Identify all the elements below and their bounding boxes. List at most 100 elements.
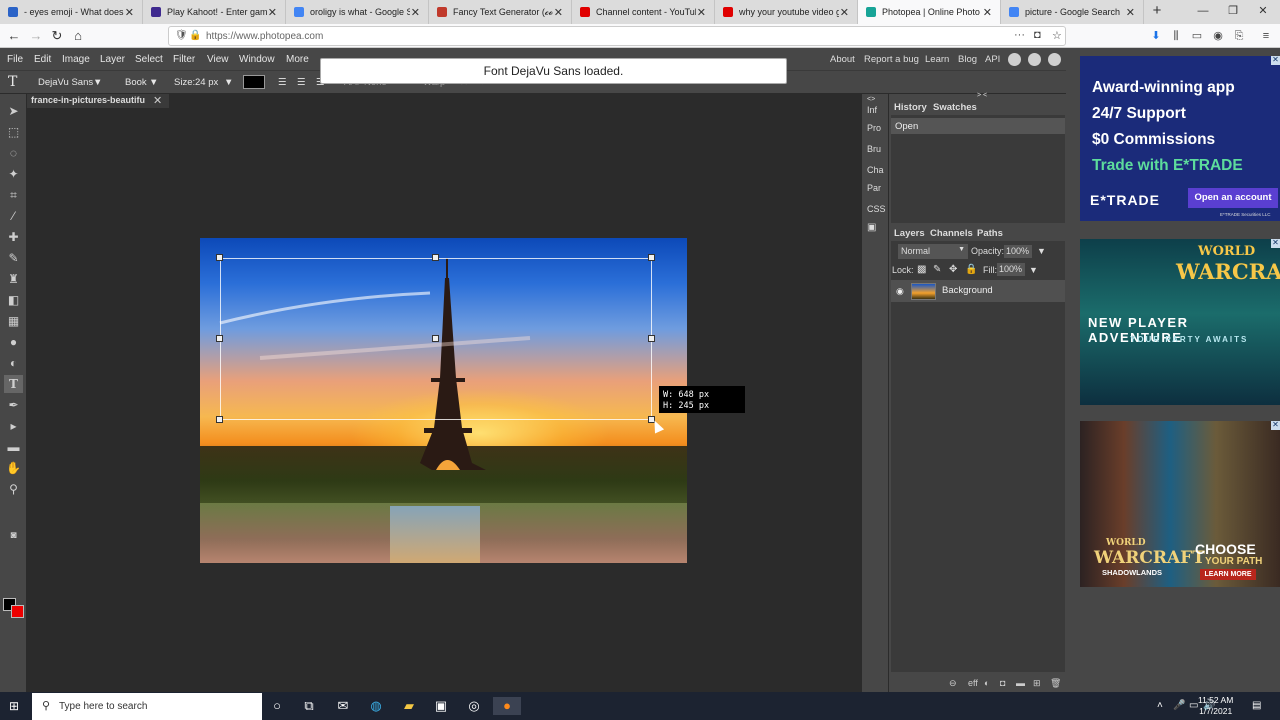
close-tab-icon[interactable]: ✕ [411, 6, 420, 19]
learn-more-button[interactable]: LEARN MORE [1200, 569, 1256, 580]
close-tab-icon[interactable]: ✕ [554, 6, 563, 19]
blog-link[interactable]: Blog [958, 54, 977, 65]
url-bar[interactable]: 🛡 🔒 https://www.photopea.com ··· ◘ ☆ [168, 26, 1066, 46]
wow-shadowlands-ad[interactable]: WORLD WARCRAFT SHADOWLANDS CHOOSE YOUR P… [1080, 421, 1280, 587]
expand-panels-icon[interactable]: <> [867, 96, 875, 103]
transform-handle[interactable] [432, 335, 439, 342]
mail-icon[interactable]: ✉ [334, 697, 352, 715]
gradient-tool-icon[interactable]: ▦ [4, 312, 23, 330]
forward-arrow-icon[interactable]: → [27, 27, 45, 45]
hamburger-menu-icon[interactable]: ≡ [1258, 28, 1274, 44]
menu-image[interactable]: Image [62, 54, 90, 65]
about-link[interactable]: About [830, 54, 855, 65]
history-item[interactable]: Open [891, 118, 1065, 134]
tab-paths[interactable]: Paths [977, 228, 1003, 242]
menu-more[interactable]: More [286, 54, 309, 65]
menu-layer[interactable]: Layer [100, 54, 125, 65]
report-bug-link[interactable]: Report a bug [864, 54, 919, 65]
facebook-icon[interactable] [1048, 53, 1061, 66]
browser-tab-active[interactable]: Photopea | Online Photo Edit✕ [858, 0, 1001, 24]
learn-link[interactable]: Learn [925, 54, 949, 65]
tab-swatches[interactable]: Swatches [933, 102, 977, 116]
fill-input[interactable]: 100% [997, 263, 1025, 276]
new-group-icon[interactable]: ▬ [1016, 678, 1025, 688]
document-tab[interactable]: france-in-pictures-beautifu ✕ [27, 94, 169, 108]
opacity-input[interactable]: 100% [1004, 245, 1032, 258]
more-actions-icon[interactable]: ··· [1014, 29, 1025, 41]
close-tab-icon[interactable]: ✕ [697, 6, 706, 19]
browser-tab[interactable]: picture - Google Search ✕ [1001, 0, 1144, 24]
taskbar-clock[interactable]: 11:52 AM 1/7/2021 [1198, 695, 1233, 717]
close-tab-icon[interactable]: ✕ [125, 6, 134, 19]
blur-tool-icon[interactable]: ● [4, 333, 23, 351]
bookmark-star-icon[interactable]: ☆ [1052, 29, 1062, 42]
layer-mask-icon[interactable]: ◘ [1000, 678, 1005, 688]
download-icon[interactable]: ⬇ [1148, 28, 1164, 44]
reload-icon[interactable]: ↻ [48, 27, 66, 45]
menu-file[interactable]: File [7, 54, 23, 65]
open-account-button[interactable]: Open an account [1188, 188, 1278, 208]
panel-css-button[interactable]: CSS [867, 204, 886, 214]
close-tab-icon[interactable]: ✕ [983, 6, 992, 19]
trash-icon[interactable]: 🗑 [1050, 678, 1061, 689]
tab-history[interactable]: History [894, 102, 927, 116]
reddit-icon[interactable] [1008, 53, 1021, 66]
cortana-icon[interactable]: ○ [268, 697, 286, 715]
transform-handle[interactable] [216, 254, 223, 261]
close-tab-icon[interactable]: ✕ [268, 6, 277, 19]
layer-row[interactable]: ◉ Background [891, 280, 1065, 302]
close-tab-icon[interactable]: ✕ [840, 6, 849, 19]
browser-tab[interactable]: why your youtube video got ✕ [715, 0, 858, 24]
panel-character-button[interactable]: Cha [867, 165, 884, 175]
menu-filter[interactable]: Filter [173, 54, 195, 65]
adjustment-layer-icon[interactable]: ◐ [984, 678, 989, 688]
font-style-select[interactable]: Book [125, 77, 147, 88]
new-tab-button[interactable]: + [1144, 0, 1170, 24]
panel-brush-button[interactable]: Bru [867, 144, 881, 154]
transform-handle[interactable] [648, 254, 655, 261]
quick-mask-icon[interactable]: ◙ [4, 527, 23, 545]
background-color-swatch[interactable] [11, 605, 24, 618]
obs-icon[interactable]: ◎ [465, 697, 483, 715]
text-color-swatch[interactable] [243, 75, 265, 89]
etrade-ad[interactable]: Award-winning app 24/7 Support $0 Commis… [1080, 56, 1280, 221]
sidebar-icon[interactable]: ▭ [1189, 28, 1205, 44]
panel-properties-button[interactable]: Pro [867, 123, 881, 133]
eraser-tool-icon[interactable]: ◧ [4, 291, 23, 309]
lock-paint-icon[interactable]: ✎ [933, 264, 941, 275]
lasso-tool-icon[interactable]: ◌ [4, 144, 23, 162]
ad-close-icon[interactable]: ✕ [1271, 421, 1280, 430]
edge-icon[interactable]: ◍ [367, 697, 385, 715]
ad-close-icon[interactable]: ✕ [1271, 239, 1280, 248]
eye-visibility-icon[interactable]: ◉ [896, 286, 904, 297]
font-family-select[interactable]: DejaVu Sans [38, 77, 93, 88]
transform-handle[interactable] [648, 335, 655, 342]
hand-tool-icon[interactable]: ✋ [4, 459, 23, 477]
path-select-tool-icon[interactable]: ▸ [4, 417, 23, 435]
notifications-icon[interactable]: ▤ [1252, 700, 1261, 711]
zoom-tool-icon[interactable]: ⚲ [4, 480, 23, 498]
twitter-icon[interactable] [1028, 53, 1041, 66]
browser-tab[interactable]: Channel content - YouTube S✕ [572, 0, 715, 24]
chevron-down-icon[interactable]: ▼ [1029, 265, 1038, 275]
lock-position-icon[interactable]: ✥ [949, 264, 957, 275]
crop-tool-icon[interactable]: ⌗ [4, 186, 23, 204]
document-workspace[interactable]: france-in-pictures-beautifu ✕ W: 648 px … [27, 94, 861, 692]
close-tab-icon[interactable]: ✕ [1126, 6, 1135, 19]
transform-handle[interactable] [216, 335, 223, 342]
library-icon[interactable]: ⫼ [1168, 28, 1184, 44]
firefox-icon[interactable]: ● [493, 697, 521, 715]
chevron-down-icon[interactable]: ▼ [1037, 246, 1046, 256]
type-tool-icon[interactable]: T [4, 375, 23, 393]
move-tool-icon[interactable]: ➤ [4, 102, 23, 120]
lock-transparency-icon[interactable]: ▩ [917, 264, 926, 275]
tab-layers[interactable]: Layers [894, 228, 925, 242]
effects-button[interactable]: eff [968, 678, 978, 688]
wow-ad[interactable]: WORLD WARCRAFT NEW PLAYER ADVENTURE YOUR… [1080, 239, 1280, 405]
brush-tool-icon[interactable]: ✎ [4, 249, 23, 267]
transform-handle[interactable] [216, 416, 223, 423]
back-arrow-icon[interactable]: ← [5, 27, 23, 45]
menu-edit[interactable]: Edit [34, 54, 51, 65]
clone-stamp-tool-icon[interactable]: ♜ [4, 270, 23, 288]
account-icon[interactable]: ◉ [1210, 28, 1226, 44]
